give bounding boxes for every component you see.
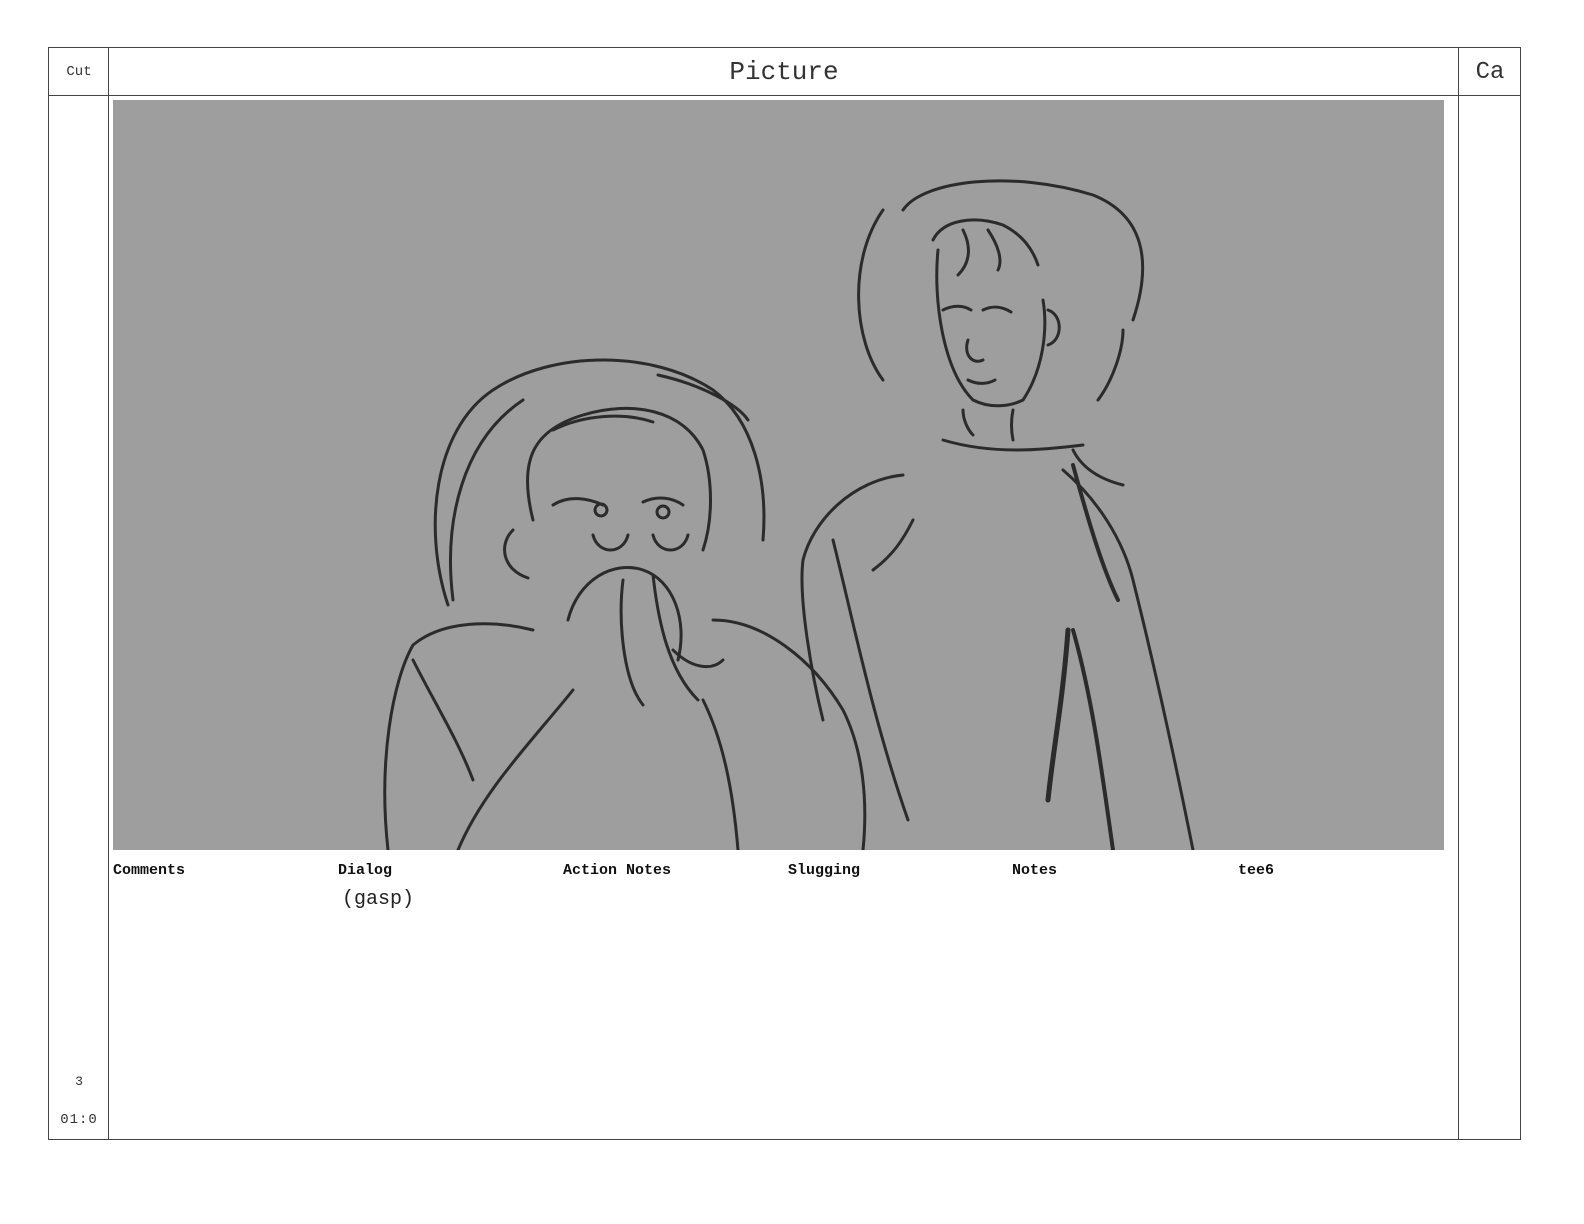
comments-label: Comments xyxy=(113,862,186,879)
notes-label: Notes xyxy=(1012,862,1058,879)
timecode: 01:0 xyxy=(60,1112,98,1128)
picture-header: Picture xyxy=(729,57,839,87)
dialog-label: Dialog xyxy=(338,862,393,879)
cut-header: Cut xyxy=(66,64,92,80)
panel-sketch xyxy=(383,179,1195,850)
slugging-label: Slugging xyxy=(788,862,861,879)
camera-header: Ca xyxy=(1475,58,1505,86)
camera-column-divider xyxy=(1458,48,1459,1139)
dialog-text[interactable]: (gasp) xyxy=(342,888,414,911)
storyboard-sheet: Cut Picture Ca Comments Dialog Action No… xyxy=(48,47,1521,1140)
cut-column-divider xyxy=(108,48,109,1139)
action-notes-label: Action Notes xyxy=(563,862,672,879)
scene-number: 3 xyxy=(75,1074,83,1089)
tee6-label: tee6 xyxy=(1238,862,1275,879)
storyboard-panel-image[interactable] xyxy=(113,100,1444,850)
